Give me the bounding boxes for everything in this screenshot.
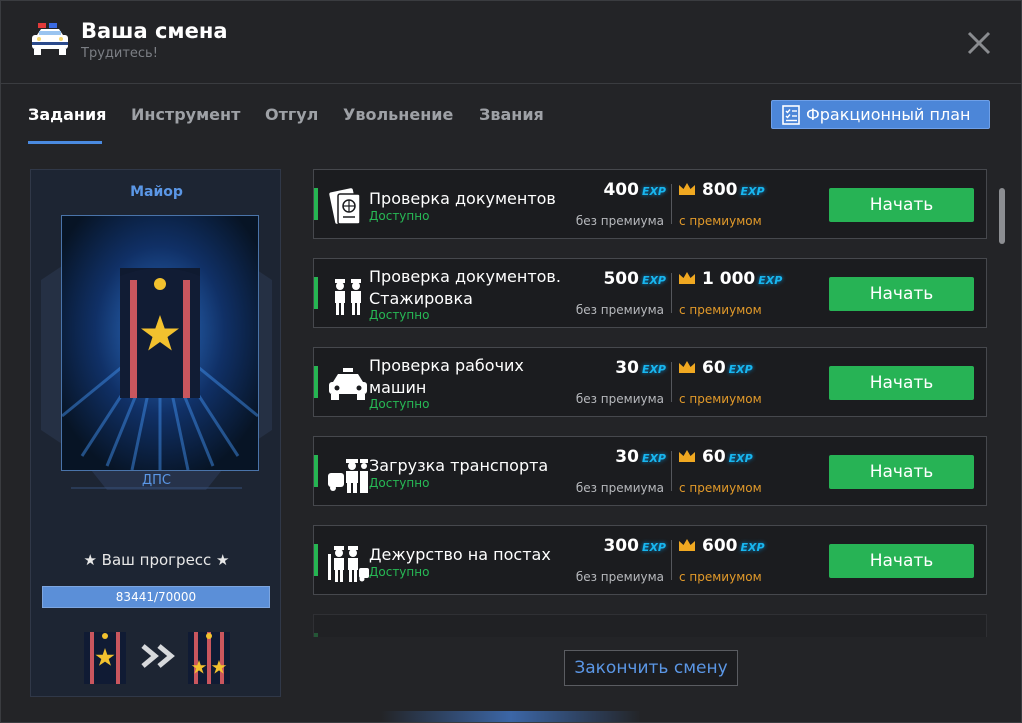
start-button[interactable]: Начать: [829, 544, 974, 578]
exp-standard: 30 EXP: [615, 358, 666, 378]
department-label: ДПС: [141, 473, 171, 488]
exp-premium: 60 EXP: [678, 447, 818, 467]
task-status: Доступно: [369, 308, 430, 322]
task-status: Доступно: [369, 209, 430, 223]
premium-caption: с премиумом: [679, 392, 762, 406]
premium-caption: с премиумом: [679, 481, 762, 495]
faction-plan-button[interactable]: Фракционный план: [771, 100, 990, 129]
task-status: Доступно: [369, 397, 430, 411]
rank-progress-bar: 83441/70000: [42, 586, 270, 608]
exp-premium: 1 000 EXP: [678, 269, 818, 289]
task-row: Проверка рабочих машин Доступно 30 EXP 60…: [313, 347, 987, 417]
available-marker: [314, 633, 318, 637]
available-marker: [314, 277, 318, 309]
tab-ranks[interactable]: Звания: [479, 105, 544, 124]
task-row: Проверка документов Доступно 400 EXP 800 E…: [313, 169, 987, 239]
double-chevron-right-icon: [141, 644, 175, 668]
window-header: Ваша смена Трудитесь!: [1, 1, 1021, 84]
epaulette-major-icon: [62, 216, 258, 470]
tab-instrument[interactable]: Инструмент: [131, 105, 240, 124]
divider: [671, 540, 672, 580]
start-button[interactable]: Начать: [829, 366, 974, 400]
no-premium-caption: без премиума: [575, 303, 664, 317]
active-tab-indicator: [28, 141, 102, 144]
task-name: Загрузка транспорта: [369, 456, 549, 475]
close-icon[interactable]: [963, 27, 995, 59]
task-row: Дежурство на постах Доступно 300 EXP 600 E…: [313, 525, 987, 595]
crown-icon: [679, 450, 695, 462]
divider: [671, 184, 672, 224]
window-title: Ваша смена: [81, 19, 228, 43]
exp-standard: 400 EXP: [603, 180, 666, 200]
progress-label: ★ Ваш прогресс ★: [83, 551, 230, 569]
taxi-car-icon: [329, 368, 367, 400]
no-premium-caption: без премиума: [575, 392, 664, 406]
exp-premium: 60 EXP: [678, 358, 818, 378]
task-name: Дежурство на постах: [369, 545, 551, 564]
tab-dismissal[interactable]: Увольнение: [343, 105, 453, 124]
task-row: Проверка документов. Стажировка Доступно…: [313, 258, 987, 328]
divider: [671, 451, 672, 491]
divider: [671, 362, 672, 402]
crown-icon: [679, 361, 695, 373]
window-subtitle: Трудитесь!: [81, 46, 158, 61]
task-name: Проверка документов. Стажировка: [369, 267, 561, 308]
rank-title: Майор: [130, 184, 183, 200]
no-premium-caption: без премиума: [575, 570, 664, 584]
start-button[interactable]: Начать: [829, 455, 974, 489]
exp-premium: 800 EXP: [678, 180, 818, 200]
available-marker: [314, 366, 318, 398]
crown-icon: [679, 539, 695, 551]
exp-standard: 30 EXP: [615, 447, 666, 467]
tab-tasks[interactable]: Задания: [28, 105, 106, 124]
passport-icon: [329, 188, 361, 225]
task-status: Доступно: [369, 476, 430, 490]
available-marker: [314, 455, 318, 487]
progress-text: 83441/70000: [115, 590, 197, 604]
available-marker: [314, 188, 318, 220]
shift-window: Ваша смена Трудитесь! Задания Инструмент…: [0, 0, 1022, 723]
premium-caption: с премиумом: [679, 214, 762, 228]
exp-premium: 600 EXP: [678, 536, 818, 556]
checklist-icon: [782, 104, 800, 125]
premium-caption: с премиумом: [679, 570, 762, 584]
police-officers-icon: [335, 279, 361, 315]
officers-post-icon: [328, 546, 369, 582]
task-name: Проверка документов: [369, 189, 556, 208]
officer-car-icon: [328, 459, 368, 493]
available-marker: [314, 544, 318, 576]
task-list: Проверка документов Доступно 400 EXP 800 E…: [313, 169, 989, 637]
premium-caption: с премиумом: [679, 303, 762, 317]
current-rank-epaulette-icon: [84, 632, 126, 684]
rank-panel: Майор ДПС ★ Ваш прогресс ★ 83441/70000: [30, 169, 281, 697]
tab-day-off[interactable]: Отгул: [265, 105, 318, 124]
task-name: Проверка рабочих машин: [369, 356, 524, 397]
crown-icon: [679, 272, 695, 284]
exp-standard: 500 EXP: [603, 269, 666, 289]
scrollbar-thumb[interactable]: [999, 188, 1005, 244]
bottom-glow-decoration: [381, 711, 641, 722]
crown-icon: [679, 183, 695, 195]
start-button[interactable]: Начать: [829, 277, 974, 311]
faction-plan-label: Фракционный план: [806, 105, 971, 124]
finish-shift-button[interactable]: Закончить смену: [564, 650, 738, 686]
task-row-partial: [313, 614, 987, 637]
no-premium-caption: без премиума: [575, 481, 664, 495]
police-car-icon: [32, 23, 68, 55]
start-button[interactable]: Начать: [829, 188, 974, 222]
exp-standard: 300 EXP: [603, 536, 666, 556]
rank-insignia-card: [61, 215, 259, 471]
task-row: Загрузка транспорта Доступно 30 EXP 60 EXP…: [313, 436, 987, 506]
next-rank-epaulette-icon: [188, 632, 230, 684]
divider: [671, 273, 672, 313]
task-status: Доступно: [369, 565, 430, 579]
no-premium-caption: без премиума: [575, 214, 664, 228]
